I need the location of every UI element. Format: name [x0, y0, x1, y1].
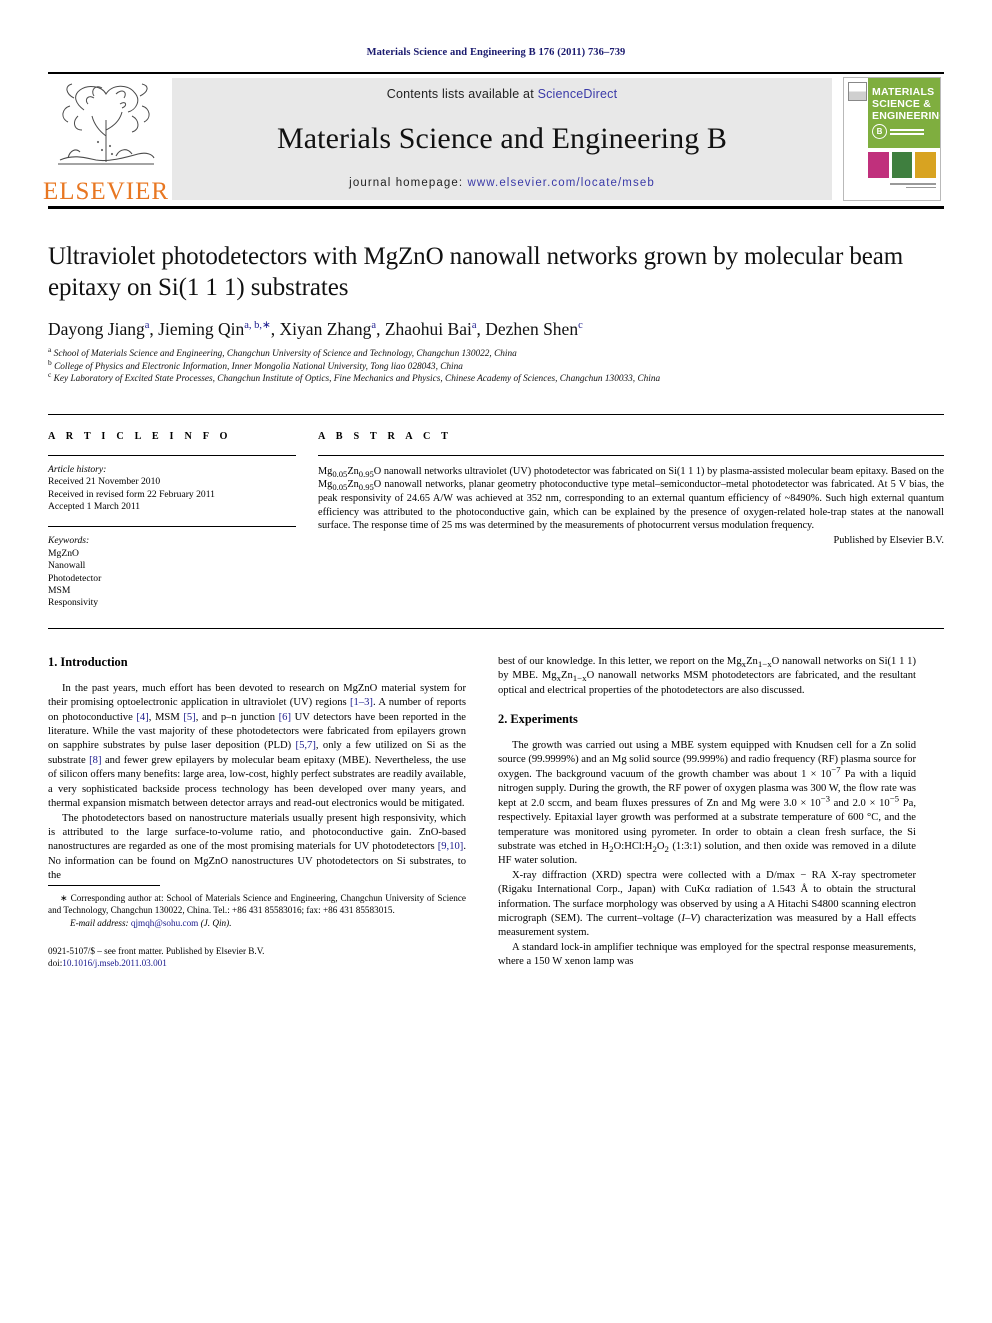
keyword-item: MSM	[48, 585, 71, 597]
cover-footer-marks	[868, 183, 936, 195]
keyword-item: Photodetector	[48, 572, 102, 584]
email-address-label: E-mail address:	[70, 917, 129, 928]
author-list: Dayong Jianga, Jieming Qina, b,∗, Xiyan …	[48, 319, 583, 339]
article-history-item: Accepted 1 March 2011	[48, 501, 141, 512]
intro-paragraph-1: In the past years, much effort has been …	[48, 682, 467, 810]
contents-lists-line: Contents lists available at ScienceDirec…	[387, 87, 618, 101]
doi-value[interactable]: 10.1016/j.mseb.2011.03.001	[62, 958, 167, 968]
cover-image: MATERIALS SCIENCE & ENGINEERING B	[843, 77, 941, 201]
doi-line: doi:10.1016/j.mseb.2011.03.001	[48, 957, 466, 969]
intro-paragraph-2: The photodetectors based on nanostructur…	[48, 812, 466, 882]
footnote-rule	[48, 885, 160, 887]
journal-homepage-line: journal homepage: www.elsevier.com/locat…	[349, 177, 655, 189]
article-info-abstract-row: A R T I C L E I N F O Article history: R…	[48, 413, 944, 610]
front-matter-line: 0921-5107/$ – see front matter. Publishe…	[48, 945, 265, 956]
cover-title-line-2: SCIENCE &	[872, 98, 931, 110]
elsevier-tree-icon	[58, 83, 155, 165]
keyword-items: MgZnO Nanowall Photodetector MSM Responsivit…	[48, 548, 296, 610]
abstract-body: Mg0.05Zn0.95O nanowall networks ultravio…	[318, 456, 944, 548]
keywords-heading: Keywords:	[48, 535, 90, 547]
cover-publisher-logo-icon	[848, 82, 867, 101]
info-area-bottom-rule	[48, 627, 944, 629]
journal-cover-thumbnail: MATERIALS SCIENCE & ENGINEERING B	[840, 74, 944, 206]
abstract-signature: Published by Elsevier B.V.	[833, 534, 944, 546]
section-heading-introduction: 1. Introduction	[48, 654, 128, 669]
keyword-block: Keywords: MgZnO Nanowall Photodetector MSM R…	[48, 526, 296, 609]
journal-masthead: ELSEVIER Contents lists available at Sci…	[43, 72, 944, 206]
cover-title-line-3: ENGINEERING	[872, 110, 941, 122]
keyword-item: Responsivity	[48, 597, 99, 609]
article-info-heading: A R T I C L E I N F O	[48, 430, 232, 442]
author-affiliation-mark: a, b,∗	[244, 320, 271, 332]
cover-swatch-gold	[915, 152, 937, 178]
author-affiliation-mark: a	[471, 320, 477, 332]
body-column-left: 1. Introduction In the past years, much …	[48, 655, 466, 970]
author-name: Dezhen Shen	[485, 319, 579, 339]
journal-title: Materials Science and Engineering B	[276, 122, 727, 155]
cover-title-lines: MATERIALS SCIENCE & ENGINEERING	[872, 86, 941, 122]
experiments-paragraph-3: A standard lock-in amplifier technique w…	[498, 941, 916, 968]
cover-swatch-green	[891, 152, 913, 178]
cover-badge-letter: B	[872, 124, 887, 139]
email-address-link[interactable]: qjmqh@sohu.com	[131, 918, 198, 928]
keyword-item: MgZnO	[48, 547, 79, 559]
keyword-item: Nanowall	[48, 560, 86, 572]
affiliation-list: a School of Materials Science and Engine…	[48, 344, 944, 386]
elsevier-wordmark: ELSEVIER	[42, 178, 170, 205]
abstract-column: A B S T R A C T Mg0.05Zn0.95O nanowall n…	[318, 431, 944, 610]
journal-banner: Contents lists available at ScienceDirec…	[172, 78, 832, 200]
author-affiliation-mark: c	[578, 320, 583, 332]
author-name: Dayong Jiang	[48, 319, 145, 339]
corresponding-author-note: ∗ Corresponding author at: School of Mat…	[48, 893, 466, 916]
cover-swatch-strip	[868, 152, 937, 178]
title-block: Ultraviolet photodetectors with MgZnO na…	[48, 209, 944, 386]
doi-label: doi:	[48, 958, 63, 969]
front-matter-block: 0921-5107/$ – see front matter. Publishe…	[48, 945, 466, 970]
corresponding-author-email-line: E-mail address: qjmqh@sohu.com (J. Qin).	[48, 917, 466, 929]
journal-homepage-label: journal homepage:	[349, 177, 464, 189]
sciencedirect-link[interactable]: ScienceDirect	[538, 87, 618, 101]
running-head: Materials Science and Engineering B 176 …	[366, 47, 626, 58]
article-history-item: Received 21 November 2010	[48, 476, 161, 488]
intro-paragraph-2-continued: best of our knowledge. In this letter, w…	[498, 655, 916, 696]
elsevier-logo: ELSEVIER	[43, 74, 168, 206]
body-column-right: best of our knowledge. In this letter, w…	[498, 655, 916, 970]
experiments-paragraph-1: The growth was carried out using a MBE s…	[498, 740, 916, 867]
author-affiliation-mark: a	[144, 320, 150, 332]
abstract-heading: A B S T R A C T	[318, 430, 453, 442]
page-title: Ultraviolet photodetectors with MgZnO na…	[48, 243, 904, 301]
cover-title-line-1: MATERIALS	[872, 86, 935, 98]
section-heading-experiments: 2. Experiments	[498, 712, 578, 727]
affiliation-item: c Key Laboratory of Excited State Proces…	[48, 370, 661, 385]
cover-series-badge: B	[872, 124, 924, 139]
author-name: Xiyan Zhang	[279, 319, 372, 339]
cover-swatch-magenta	[868, 152, 889, 178]
journal-article-page: Materials Science and Engineering B 176 …	[0, 0, 992, 1323]
author-name: Jieming Qin	[158, 319, 245, 339]
footnote-block: ∗ Corresponding author at: School of Mat…	[48, 885, 466, 969]
abstract-text: Mg0.05Zn0.95O nanowall networks ultravio…	[318, 465, 944, 532]
body-columns: 1. Introduction In the past years, much …	[48, 655, 944, 970]
affiliation-item: a School of Materials Science and Engine…	[48, 344, 517, 359]
article-history-item: Received in revised form 22 February 201…	[48, 488, 215, 500]
email-address-suffix: (J. Qin).	[200, 917, 232, 928]
cover-badge-subtitle	[890, 128, 924, 135]
article-history-heading: Article history:	[48, 463, 107, 475]
article-history: Article history: Received 21 November 20…	[48, 456, 296, 514]
affiliation-item: b College of Physics and Electronic Info…	[48, 357, 463, 372]
article-info-column: A R T I C L E I N F O Article history: R…	[48, 431, 318, 610]
experiments-paragraph-2: X-ray diffraction (XRD) spectra were col…	[498, 869, 916, 939]
contents-lists-prefix: Contents lists available at	[386, 87, 534, 101]
article-history-items: Received 21 November 2010 Received in rev…	[48, 476, 296, 513]
journal-homepage-url[interactable]: www.elsevier.com/locate/mseb	[467, 177, 654, 189]
author-name: Zhaohui Bai	[384, 319, 472, 339]
author-affiliation-mark: a	[371, 320, 377, 332]
